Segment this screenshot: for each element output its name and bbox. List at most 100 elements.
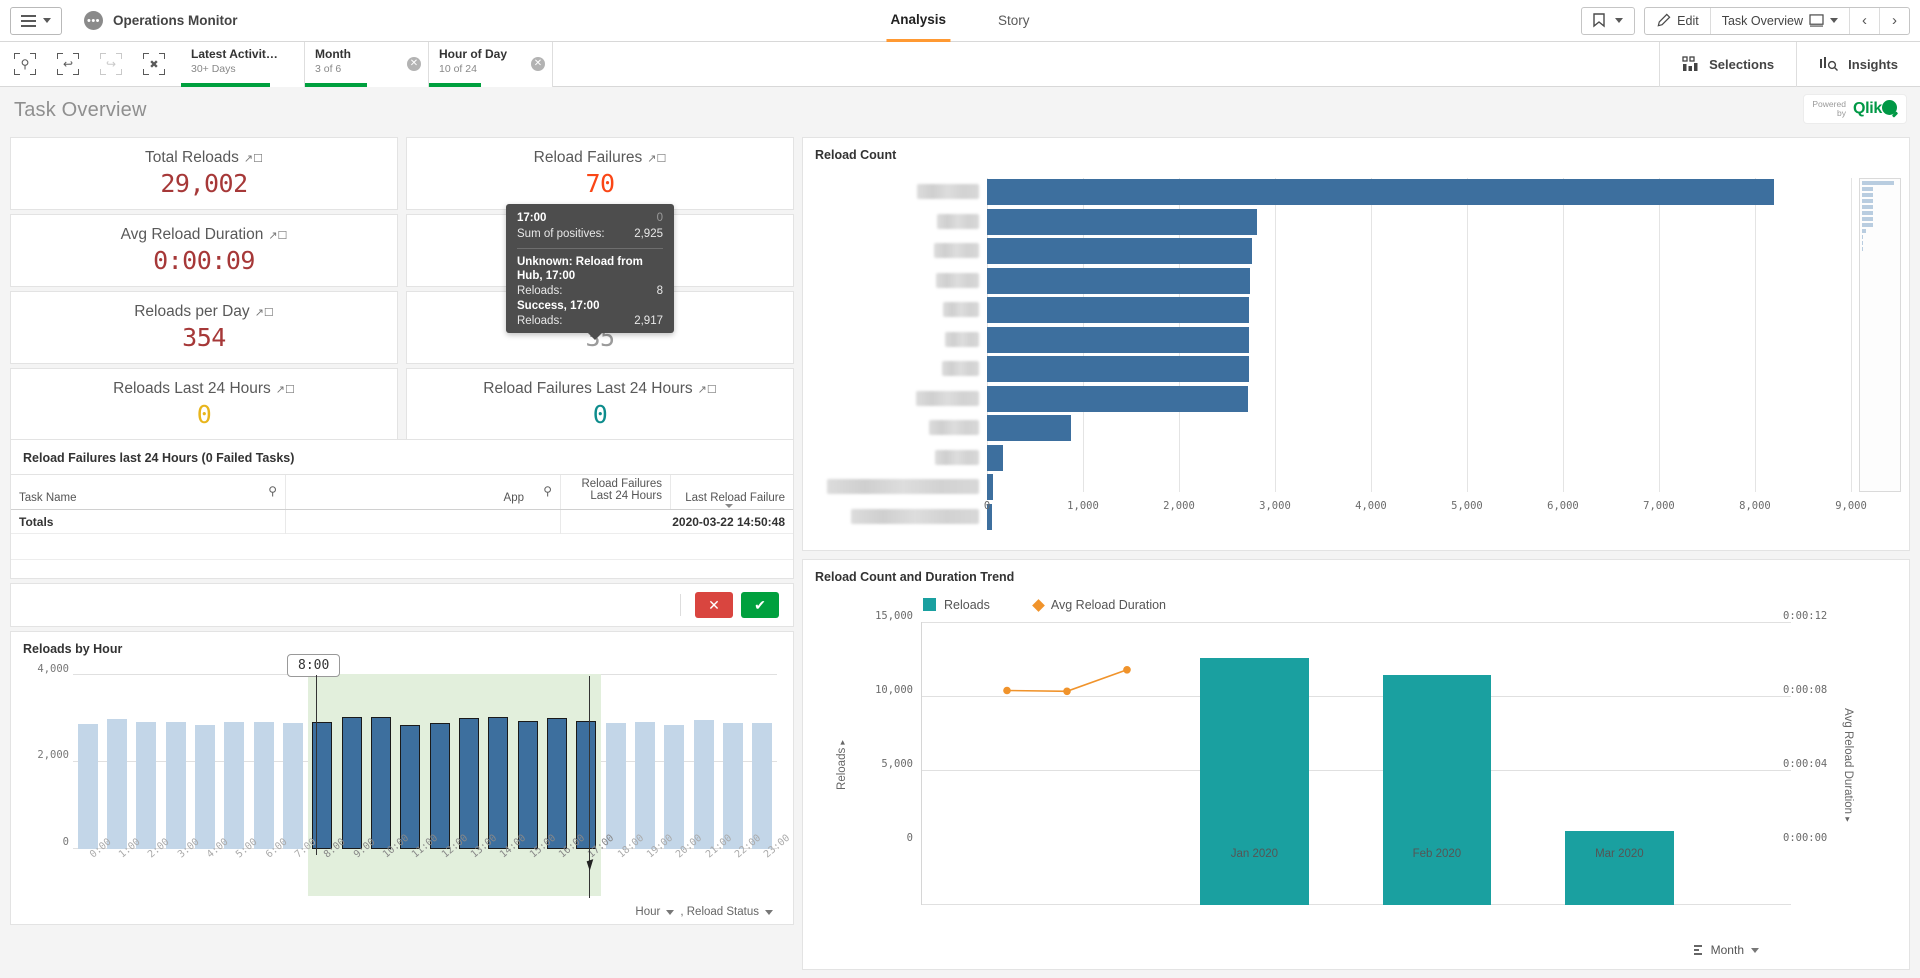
chart-minimap-scroll[interactable] [1859, 178, 1901, 492]
tab-story[interactable]: Story [994, 0, 1034, 42]
kpi-total-reloads[interactable]: Total Reloads↗☐ 29,002 [10, 137, 398, 210]
kpi-reload-failures[interactable]: Reload Failures↗☐ 70 [406, 137, 794, 210]
dimension-month-label: Month [1711, 943, 1744, 957]
table-row [987, 296, 1851, 324]
bar-feb-2020[interactable] [1383, 675, 1492, 905]
chevron-down-icon[interactable] [666, 910, 674, 915]
bar-category-4[interactable] [987, 268, 1250, 294]
bookmark-dropdown-button[interactable] [1611, 8, 1634, 34]
insights-button[interactable]: Insights [1796, 42, 1920, 87]
bar-category-10[interactable] [987, 445, 1003, 471]
bar-9-00[interactable] [342, 717, 362, 849]
dimension-selector-month[interactable]: Month [1691, 943, 1759, 957]
external-link-icon[interactable]: ↗☐ [255, 306, 274, 319]
selections-button[interactable]: Selections [1659, 42, 1796, 87]
edit-button[interactable]: Edit [1645, 8, 1711, 34]
sheet-selector-button[interactable]: Task Overview [1711, 8, 1850, 34]
table-header-row: Task Name ⚲ App ⚲ Reload Failures Last 2… [11, 474, 793, 510]
external-link-icon[interactable]: ↗☐ [698, 383, 717, 396]
chevron-down-icon[interactable] [1751, 948, 1759, 953]
legend-item-avg-reload-duration[interactable]: Avg Reload Duration [1034, 598, 1166, 612]
clear-all-selections-button[interactable]: ✖ [143, 53, 165, 75]
category-label-redacted [934, 243, 979, 258]
bookmark-button[interactable] [1582, 8, 1611, 34]
selections-search-button[interactable]: ⚲ [14, 53, 36, 75]
kpi-avg-reload-duration[interactable]: Avg Reload Duration↗☐ 0:00:09 [10, 214, 398, 287]
bar-4-00[interactable] [195, 725, 215, 849]
plot-area-reload-trend[interactable]: Jan 2020 Feb 2020 Mar 2020 [921, 622, 1791, 905]
cancel-selection-button[interactable]: ✕ [695, 592, 733, 618]
legend-item-reloads[interactable]: Reloads [923, 598, 990, 612]
column-header-reload-failures-24h[interactable]: Reload Failures Last 24 Hours [561, 475, 671, 509]
next-sheet-button[interactable]: › [1880, 8, 1909, 34]
bar-mar-2020[interactable] [1565, 831, 1674, 905]
bar-15-00[interactable] [518, 721, 538, 849]
external-link-icon[interactable]: ↗☐ [276, 383, 295, 396]
bar-slot [396, 674, 425, 849]
column-header-app[interactable]: App ⚲ [286, 475, 561, 509]
kpi-reload-failures-last-24-hours[interactable]: Reload Failures Last 24 Hours↗☐ 0 [406, 368, 794, 441]
bar-category-9[interactable] [987, 415, 1071, 441]
x-tick: 3:00 [161, 852, 190, 892]
bar-category-11[interactable] [987, 474, 993, 500]
kpi-reloads-per-day[interactable]: Reloads per Day↗☐ 354 [10, 291, 398, 364]
bar-3-00[interactable] [166, 722, 186, 849]
bar-19-00[interactable] [635, 722, 655, 849]
dimension-reload-status-label[interactable]: , Reload Status [680, 906, 759, 918]
bar-14-00[interactable] [488, 717, 508, 849]
bar-13-00[interactable] [459, 718, 479, 849]
clear-selection-icon[interactable]: ✕ [407, 57, 421, 71]
search-icon[interactable]: ⚲ [268, 484, 277, 498]
bar-21-00[interactable] [694, 720, 714, 850]
bar-10-00[interactable] [371, 717, 391, 849]
bar-category-2[interactable] [987, 209, 1257, 235]
x-tick-jan: Jan 2020 [1231, 848, 1278, 860]
bar-0-00[interactable] [78, 724, 98, 849]
kpi-reloads-last-24-hours[interactable]: Reloads Last 24 Hours↗☐ 0 [10, 368, 398, 441]
selection-chip-hour-of-day[interactable]: Hour of Day 10 of 24 ✕ [429, 42, 553, 87]
column-header-last-reload-failure[interactable]: Last Reload Failure [671, 475, 793, 509]
bar-5-00[interactable] [224, 722, 244, 849]
bar-category-5[interactable] [987, 297, 1249, 323]
x-tick: 6:00 [249, 852, 278, 892]
main-menu-button[interactable] [10, 7, 62, 35]
bar-6-00[interactable] [254, 722, 274, 849]
bar-22-00[interactable] [723, 723, 743, 849]
plot-area-reloads-by-hour[interactable] [73, 674, 777, 849]
bar-11-00[interactable] [400, 725, 420, 849]
bar-category-7[interactable] [987, 356, 1249, 382]
bar-7-00[interactable] [283, 723, 303, 849]
bar-12-00[interactable] [430, 723, 450, 849]
bar-18-00[interactable] [606, 723, 626, 849]
bar-23-00[interactable] [752, 723, 772, 849]
search-icon[interactable]: ⚲ [543, 484, 552, 498]
bar-16-00[interactable] [547, 718, 567, 849]
external-link-icon[interactable]: ↗☐ [647, 152, 666, 165]
bar-category-1[interactable] [987, 179, 1774, 205]
chart-tooltip: 17:00 0 Sum of positives: 2,925 Unknown:… [506, 204, 674, 333]
dimension-hour-label[interactable]: Hour [635, 906, 660, 918]
bar-17-00[interactable] [576, 721, 596, 849]
bar-1-00[interactable] [107, 719, 127, 849]
bar-category-3[interactable] [987, 238, 1252, 264]
chevron-down-icon[interactable] [765, 910, 773, 915]
column-header-task-name[interactable]: Task Name ⚲ [11, 475, 286, 509]
bar-category-6[interactable] [987, 327, 1249, 353]
step-back-button[interactable]: ↩ [57, 53, 79, 75]
tab-analysis[interactable]: Analysis [886, 0, 950, 42]
bar-slot [572, 674, 601, 849]
external-link-icon[interactable]: ↗☐ [268, 229, 287, 242]
step-forward-button[interactable]: ↪ [100, 53, 122, 75]
external-link-icon[interactable]: ↗☐ [244, 152, 263, 165]
category-label-redacted [935, 450, 979, 465]
bar-2-00[interactable] [136, 722, 156, 849]
bar-category-8[interactable] [987, 386, 1248, 412]
selection-chip-month[interactable]: Month 3 of 6 ✕ [305, 42, 429, 87]
confirm-selection-button[interactable]: ✔ [741, 592, 779, 618]
plot-area-reload-count[interactable] [987, 178, 1851, 492]
bar-series [73, 674, 777, 849]
previous-sheet-button[interactable]: ‹ [1850, 8, 1880, 34]
selection-chip-latest-activity[interactable]: Latest Activity ... 30+ Days [181, 42, 305, 87]
bar-20-00[interactable] [664, 725, 684, 849]
clear-selection-icon[interactable]: ✕ [531, 57, 545, 71]
